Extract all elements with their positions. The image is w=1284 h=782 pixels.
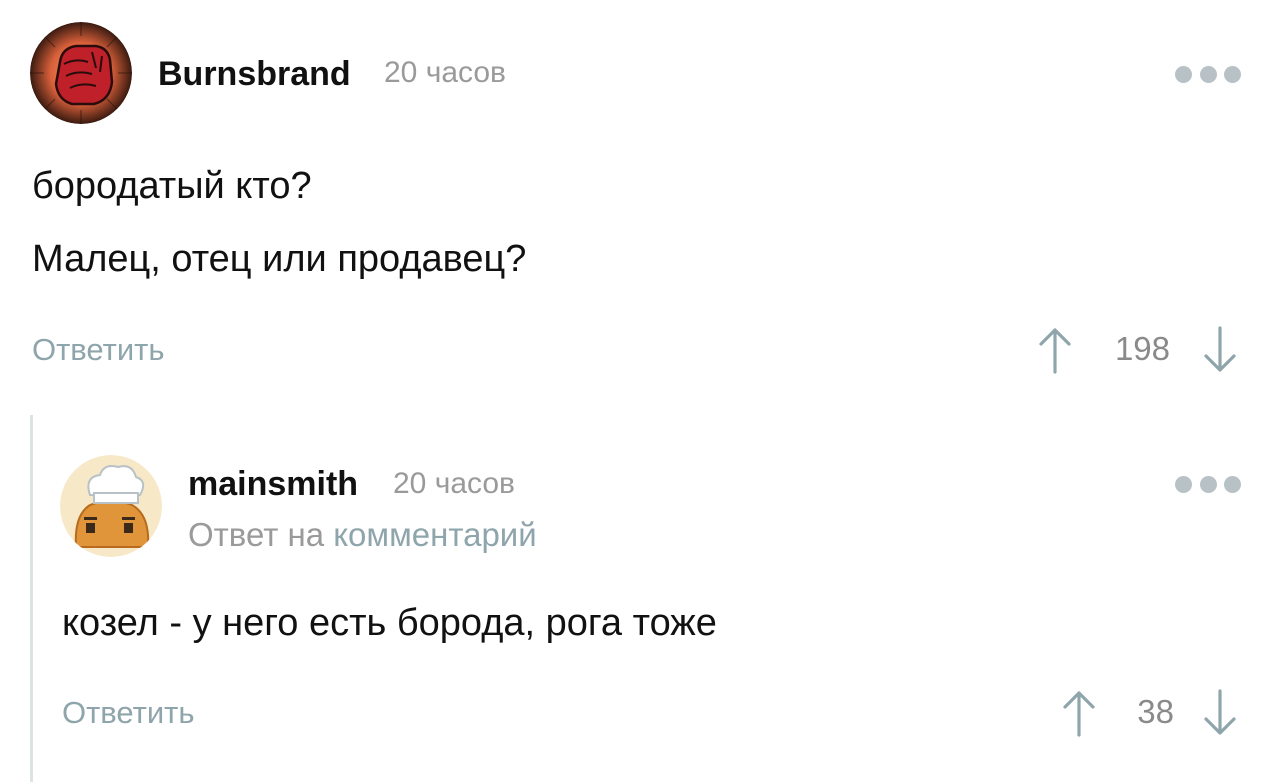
arrow-up-icon[interactable] (1062, 689, 1096, 737)
dot (1224, 65, 1241, 83)
reply-to-info: Ответ на комментарий (188, 516, 537, 554)
comment-text-line-2: Малец, отец или продавец? (32, 238, 527, 280)
comment-author[interactable]: Burnsbrand (158, 55, 351, 94)
comment-time: 20 часов (393, 467, 515, 500)
dot (1175, 475, 1192, 493)
reply-button[interactable]: Ответить (32, 332, 165, 368)
arrow-down-icon[interactable] (1203, 326, 1237, 374)
comment-time: 20 часов (384, 56, 506, 89)
comment-text-line-1: козел - у него есть борода, рога тоже (62, 602, 717, 644)
reply-button[interactable]: Ответить (62, 695, 195, 731)
arrow-down-icon[interactable] (1203, 689, 1237, 737)
more-dots-icon[interactable] (1175, 474, 1241, 494)
dot (1175, 65, 1192, 83)
dot (1224, 475, 1241, 493)
more-dots-icon[interactable] (1175, 64, 1241, 84)
avatar[interactable] (30, 22, 132, 124)
comment-1: Burnsbrand 20 часов бородатый кто? Малец… (0, 0, 1284, 415)
arrow-up-icon[interactable] (1038, 326, 1072, 374)
avatar[interactable] (60, 455, 162, 557)
dot (1199, 65, 1217, 83)
comment-text-line-1: бородатый кто? (32, 165, 312, 207)
red-fist-avatar-icon (30, 22, 132, 124)
comment-author[interactable]: mainsmith (188, 465, 358, 504)
dot (1199, 475, 1217, 493)
rating-count: 198 (1114, 330, 1170, 367)
reply-to-comment-link[interactable]: комментарий (333, 516, 536, 553)
reply-to-prefix: Ответ на (188, 516, 325, 553)
chef-bread-avatar-icon (60, 455, 162, 557)
comment-2: mainsmith 20 часов Ответ на комментарий … (0, 415, 1284, 782)
rating-count: 38 (1137, 693, 1174, 730)
